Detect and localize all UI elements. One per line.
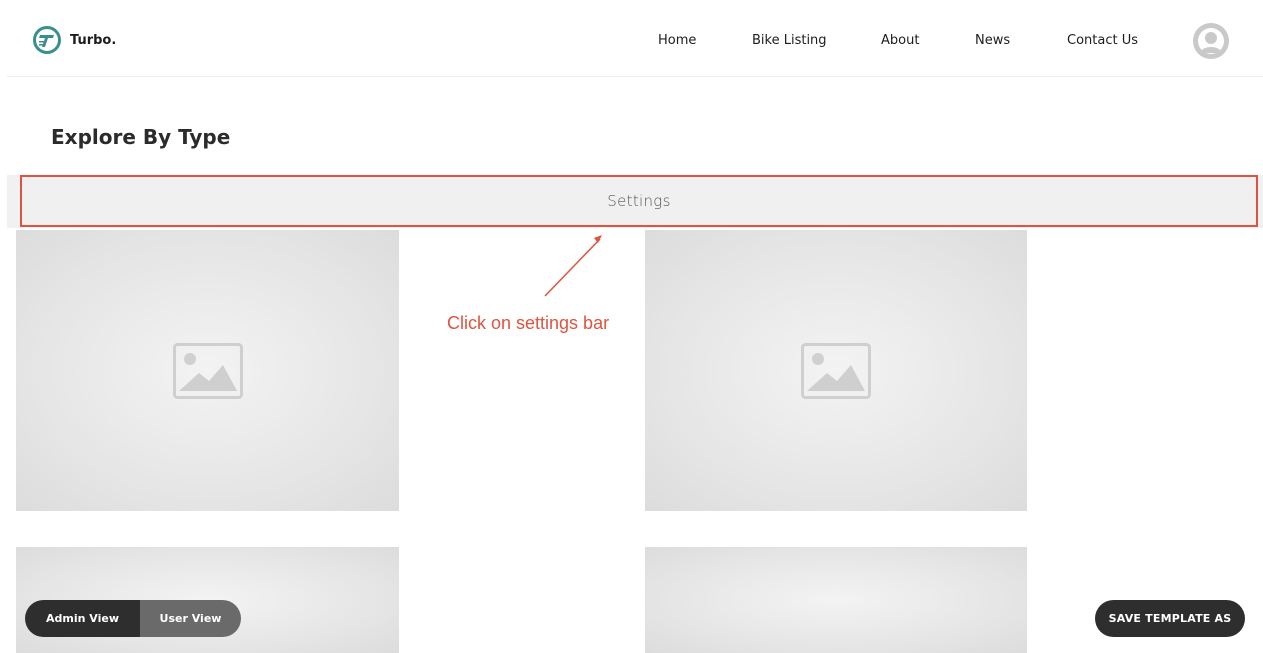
settings-bar[interactable]: Settings: [20, 175, 1258, 227]
type-tile-2[interactable]: [645, 230, 1027, 511]
site-header: Turbo. Home Bike Listing About News Cont…: [7, 0, 1263, 77]
type-tile-1[interactable]: [16, 230, 399, 511]
site-logo[interactable]: Turbo.: [33, 26, 116, 54]
nav-bike-listing[interactable]: Bike Listing: [752, 33, 827, 48]
nav-about[interactable]: About: [881, 33, 919, 48]
annotation-text: Click on settings bar: [447, 313, 610, 333]
image-placeholder-icon: [801, 342, 871, 399]
section-title: Explore By Type: [51, 125, 231, 149]
view-toggle: Admin View User View: [25, 600, 241, 637]
user-view-button[interactable]: User View: [140, 600, 241, 637]
type-tile-4[interactable]: [645, 547, 1027, 653]
admin-view-button[interactable]: Admin View: [25, 600, 140, 637]
annotation-arrow: [544, 235, 602, 297]
turbo-logo-icon: [33, 26, 61, 54]
logo-text: Turbo.: [70, 32, 117, 48]
nav-contact-us[interactable]: Contact Us: [1067, 33, 1138, 48]
save-template-button[interactable]: SAVE TEMPLATE AS: [1095, 600, 1245, 637]
image-placeholder-icon: [172, 342, 243, 399]
nav-home[interactable]: Home: [658, 33, 696, 48]
nav-news[interactable]: News: [975, 33, 1010, 48]
settings-label: Settings: [607, 192, 671, 210]
user-avatar-icon[interactable]: [1193, 23, 1229, 59]
